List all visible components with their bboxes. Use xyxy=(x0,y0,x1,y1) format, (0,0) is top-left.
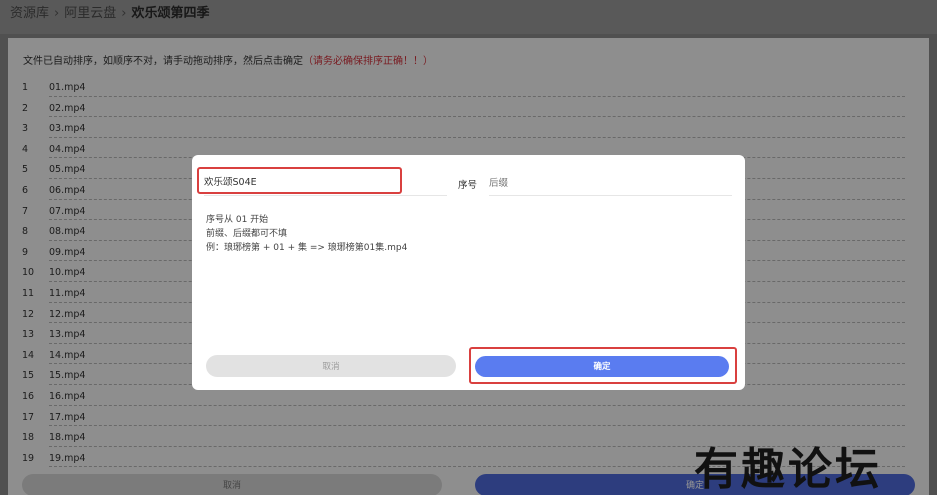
sequence-label: 序号 xyxy=(458,180,478,191)
hint-line: 例：琅琊榜第 + 01 + 集 => 琅琊榜第01集.mp4 xyxy=(206,243,408,253)
prefix-underline xyxy=(204,195,447,196)
prefix-input[interactable] xyxy=(204,174,384,188)
dialog-confirm-button[interactable]: 确定 xyxy=(475,356,729,377)
suffix-underline xyxy=(489,195,732,196)
confirm-highlight: 确定 xyxy=(469,347,737,384)
rename-dialog: 序号 序号从 01 开始 前缀、后缀都可不填 例：琅琊榜第 + 01 + 集 =… xyxy=(192,155,745,390)
watermark-logo: 有趣论坛 xyxy=(694,444,882,495)
hint-line: 序号从 01 开始 xyxy=(206,215,269,225)
dialog-cancel-button[interactable]: 取消 xyxy=(206,355,456,377)
suffix-input[interactable] xyxy=(489,176,719,190)
hint-line: 前缀、后缀都可不填 xyxy=(206,229,288,239)
prefix-highlight xyxy=(197,167,402,194)
